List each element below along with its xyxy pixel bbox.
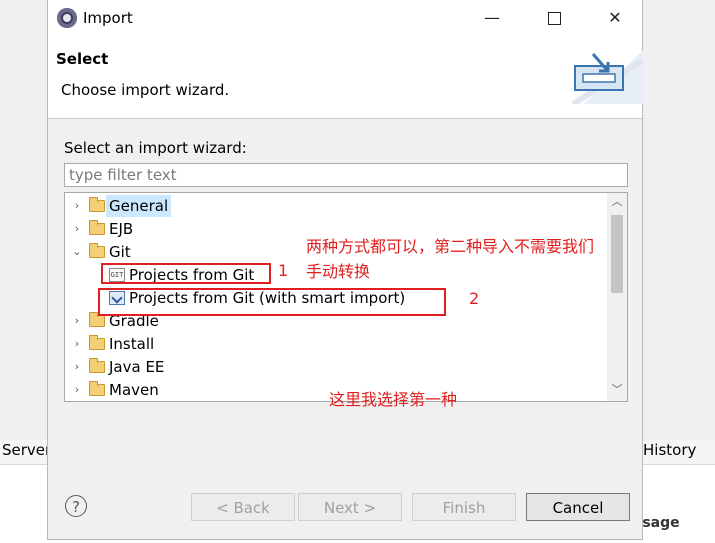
help-icon[interactable]: ?: [65, 495, 87, 517]
filter-input[interactable]: [64, 163, 628, 187]
folder-icon: [89, 381, 105, 396]
page-title: Select: [56, 50, 109, 68]
tree-item-java-ee[interactable]: › Java EE: [65, 356, 605, 378]
tree-item-label: EJB: [109, 220, 134, 238]
highlight-box-1: [101, 263, 271, 284]
cancel-button[interactable]: Cancel: [526, 493, 630, 521]
scroll-down-icon[interactable]: ﹀: [607, 381, 627, 399]
annotation-marker-2: 2: [469, 289, 480, 308]
dialog-title: Import: [83, 9, 133, 27]
title-bar[interactable]: Import — ✕: [48, 0, 642, 36]
folder-icon: [89, 312, 105, 327]
finish-button[interactable]: Finish: [412, 493, 516, 521]
import-wizard-icon: [571, 50, 643, 104]
annotation-choice-note: 这里我选择第一种: [329, 390, 458, 409]
highlight-box-2: [98, 288, 446, 316]
tree-item-install[interactable]: › Install: [65, 333, 605, 355]
chevron-right-icon[interactable]: ›: [71, 333, 83, 355]
tree-item-label: Install: [109, 335, 155, 353]
page-description: Choose import wizard.: [61, 81, 230, 99]
folder-icon: [89, 335, 105, 350]
close-button[interactable]: ✕: [600, 6, 630, 30]
chevron-right-icon[interactable]: ›: [71, 218, 83, 240]
next-button[interactable]: Next >: [298, 493, 402, 521]
maximize-icon: [547, 12, 561, 25]
annotation-marker-1: 1: [278, 261, 289, 280]
annotation-note-line1: 两种方式都可以，第二种导入不需要我们: [306, 237, 595, 256]
scroll-up-icon[interactable]: ︿: [607, 193, 627, 211]
tree-item-label: General: [106, 195, 172, 217]
tree-scrollbar[interactable]: ︿ ﹀: [607, 193, 627, 401]
back-button[interactable]: < Back: [191, 493, 295, 521]
folder-icon: [89, 220, 105, 235]
folder-icon: [89, 197, 105, 212]
folder-icon: [89, 358, 105, 373]
minimize-button[interactable]: —: [477, 6, 507, 30]
eclipse-icon: [57, 8, 77, 28]
tree-item-general[interactable]: › General: [65, 195, 605, 217]
chevron-right-icon[interactable]: ›: [71, 379, 83, 401]
tree-item-label: Maven: [109, 381, 159, 399]
import-dialog: Import — ✕ Select Choose import wizard. …: [47, 0, 643, 540]
wizard-prompt: Select an import wizard:: [64, 139, 247, 157]
tree-item-label: Git: [109, 243, 131, 261]
wizard-banner: Select Choose import wizard.: [48, 36, 643, 119]
tree-item-label: Java EE: [109, 358, 165, 376]
folder-icon: [89, 243, 105, 258]
history-tab[interactable]: History: [643, 441, 696, 459]
chevron-right-icon[interactable]: ›: [71, 195, 83, 217]
chevron-right-icon[interactable]: ›: [71, 310, 83, 332]
maximize-button[interactable]: [539, 6, 569, 30]
annotation-note-line2: 手动转换: [306, 262, 371, 281]
chevron-down-icon[interactable]: ⌄: [71, 241, 83, 263]
scrollbar-thumb[interactable]: [611, 215, 623, 293]
chevron-right-icon[interactable]: ›: [71, 356, 83, 378]
servers-tab[interactable]: Server: [2, 441, 51, 459]
